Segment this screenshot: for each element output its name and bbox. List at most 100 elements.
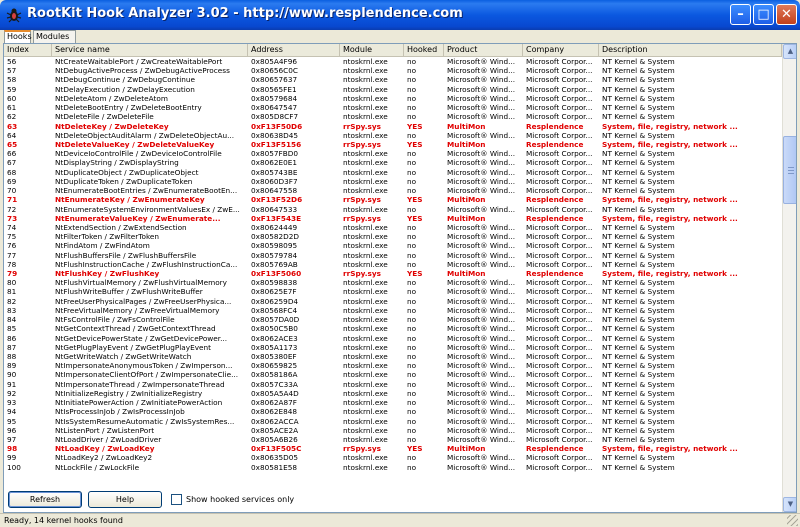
- table-row[interactable]: 59 NtDelayExecution / ZwDelayExecution 0x8…: [4, 85, 782, 94]
- table-row[interactable]: 86 NtGetDevicePowerState / ZwGetDevicePow…: [4, 334, 782, 343]
- column-header-service-name[interactable]: Service name: [52, 44, 248, 57]
- table-row[interactable]: 98 NtLoadKey / ZwLoadKey 0xF13F505C rrSpy.s…: [4, 444, 782, 453]
- column-header-company[interactable]: Company: [523, 44, 599, 57]
- cell-company: Microsoft Corpor...: [526, 361, 593, 371]
- table-row[interactable]: 60 NtDeleteAtom / ZwDeleteAtom 0x80579684 n…: [4, 94, 782, 103]
- table-row[interactable]: 93 NtInitiatePowerAction / ZwInitiatePowe…: [4, 398, 782, 407]
- minimize-button[interactable]: –: [730, 4, 751, 25]
- table-row[interactable]: 97 NtLoadDriver / ZwLoadDriver 0x805A6B26 n…: [4, 435, 782, 444]
- help-button[interactable]: Help: [88, 491, 162, 508]
- table-row[interactable]: 75 NtFilterToken / ZwFilterToken 0x80582D2…: [4, 232, 782, 241]
- table-row[interactable]: 80 NtFlushVirtualMemory / ZwFlushVirtualM…: [4, 278, 782, 287]
- table-row[interactable]: 70 NtEnumerateBootEntries / ZwEnumerateBo…: [4, 186, 782, 195]
- table-row[interactable]: 87 NtGetPlugPlayEvent / ZwGetPlugPlayEven…: [4, 343, 782, 352]
- table-row[interactable]: 63 NtDeleteKey / ZwDeleteKey 0xF13F50D6 rrS…: [4, 122, 782, 131]
- maximize-button[interactable]: □: [753, 4, 774, 25]
- cell-service-name: NtGetContextThread / ZwGetContextThread: [55, 324, 216, 334]
- cell-description: NT Kernel & System: [602, 379, 675, 389]
- table-row[interactable]: 96 NtListenPort / ZwListenPort 0x805ACE2A n…: [4, 426, 782, 435]
- column-header-module[interactable]: Module: [340, 44, 404, 57]
- title-bar[interactable]: RootKit Hook Analyzer 3.02 - http://www.…: [0, 0, 800, 30]
- cell-index: 59: [7, 84, 17, 94]
- cell-hooked: no: [407, 434, 417, 444]
- table-row[interactable]: 58 NtDebugContinue / ZwDebugContinue 0x806…: [4, 75, 782, 84]
- table-row[interactable]: 57 NtDebugActiveProcess / ZwDebugActivePr…: [4, 66, 782, 75]
- table-row[interactable]: 91 NtImpersonateThread / ZwImpersonateThr…: [4, 380, 782, 389]
- cell-index: 79: [7, 269, 18, 279]
- scroll-up-button[interactable]: ▲: [783, 44, 796, 59]
- tab-modules[interactable]: Modules: [33, 30, 76, 43]
- cell-service-name: NtIsProcessInJob / ZwIsProcessInJob: [55, 407, 185, 417]
- vertical-scrollbar[interactable]: ▲ ▼: [782, 44, 796, 512]
- cell-module: ntoskrnl.exe: [343, 370, 388, 380]
- table-row[interactable]: 79 NtFlushKey / ZwFlushKey 0xF13F5060 rrSpy…: [4, 269, 782, 278]
- table-row[interactable]: 90 NtImpersonateClientOfPort / ZwImperson…: [4, 370, 782, 379]
- table-row[interactable]: 64 NtDeleteObjectAuditAlarm / ZwDeleteObj…: [4, 131, 782, 140]
- table-row[interactable]: 68 NtDuplicateObject / ZwDuplicateObject 0…: [4, 168, 782, 177]
- table-row[interactable]: 61 NtDeleteBootEntry / ZwDeleteBootEntry 0…: [4, 103, 782, 112]
- table-row[interactable]: 71 NtEnumerateKey / ZwEnumerateKey 0xF13F5…: [4, 195, 782, 204]
- cell-address: 0x8058186A: [251, 370, 298, 380]
- table-row[interactable]: 72 NtEnumerateSystemEnvironmentValuesEx /…: [4, 205, 782, 214]
- cell-description: NT Kernel & System: [602, 305, 675, 315]
- cell-description: NT Kernel & System: [602, 462, 675, 472]
- table-row[interactable]: 78 NtFlushInstructionCache / ZwFlushInstr…: [4, 260, 782, 269]
- hooks-list[interactable]: Index Service name Address Module Hooked…: [3, 43, 797, 513]
- show-hooked-only-checkbox[interactable]: [171, 494, 182, 505]
- cell-address: 0x8062E0E1: [251, 158, 298, 168]
- table-row[interactable]: 65 NtDeleteValueKey / ZwDeleteValueKey 0xF…: [4, 140, 782, 149]
- table-row[interactable]: 67 NtDisplayString / ZwDisplayString 0x806…: [4, 158, 782, 167]
- column-header-index[interactable]: Index: [4, 44, 52, 57]
- cell-product: Microsoft® Wind...: [447, 315, 516, 325]
- cell-index: 74: [7, 222, 17, 232]
- cell-module: ntoskrnl.exe: [343, 204, 388, 214]
- table-row[interactable]: 82 NtFreeUserPhysicalPages / ZwFreeUserPh…: [4, 297, 782, 306]
- table-row[interactable]: 81 NtFlushWriteBuffer / ZwFlushWriteBuffe…: [4, 287, 782, 296]
- table-row[interactable]: 88 NtGetWriteWatch / ZwGetWriteWatch 0x805…: [4, 352, 782, 361]
- scroll-thumb[interactable]: [783, 136, 796, 204]
- cell-address: 0x80625E7F: [251, 287, 297, 297]
- table-row[interactable]: 62 NtDeleteFile / ZwDeleteFile 0x805D8CF7 n…: [4, 112, 782, 121]
- cell-index: 66: [7, 149, 17, 159]
- column-header-description[interactable]: Description: [599, 44, 782, 57]
- cell-service-name: NtGetPlugPlayEvent / ZwGetPlugPlayEvent: [55, 342, 212, 352]
- cell-address: 0x8050C5B0: [251, 324, 298, 334]
- column-header-hooked[interactable]: Hooked: [404, 44, 444, 57]
- table-row[interactable]: 92 NtInitializeRegistry / ZwInitializeReg…: [4, 389, 782, 398]
- cell-service-name: NtInitiatePowerAction / ZwInitiatePowerA…: [55, 398, 223, 408]
- cell-address: 0x805A4F96: [251, 57, 298, 66]
- table-row[interactable]: 83 NtFreeVirtualMemory / ZwFreeVirtualMem…: [4, 306, 782, 315]
- cell-module: ntoskrnl.exe: [343, 407, 388, 417]
- close-button[interactable]: ✕: [776, 4, 797, 25]
- table-row[interactable]: 73 NtEnumerateValueKey / ZwEnumerate... 0x…: [4, 214, 782, 223]
- table-row[interactable]: 77 NtFlushBuffersFile / ZwFlushBuffersFil…: [4, 251, 782, 260]
- table-row[interactable]: 84 NtFsControlFile / ZwFsControlFile 0x805…: [4, 315, 782, 324]
- cell-index: 88: [7, 352, 17, 361]
- table-row[interactable]: 56 NtCreateWaitablePort / ZwCreateWaitabl…: [4, 57, 782, 66]
- cell-company: Microsoft Corpor...: [526, 315, 593, 325]
- show-hooked-only-label[interactable]: Show hooked services only: [186, 494, 294, 505]
- table-row[interactable]: 89 NtImpersonateAnonymousToken / ZwImpers…: [4, 361, 782, 370]
- table-row[interactable]: 94 NtIsProcessInJob / ZwIsProcessInJob 0x8…: [4, 407, 782, 416]
- resize-grip-icon[interactable]: [787, 515, 798, 526]
- cell-index: 77: [7, 250, 17, 260]
- cell-index: 92: [7, 388, 17, 398]
- table-row[interactable]: 95 NtIsSystemResumeAutomatic / ZwIsSystem…: [4, 417, 782, 426]
- table-row[interactable]: 85 NtGetContextThread / ZwGetContextThrea…: [4, 324, 782, 333]
- refresh-button[interactable]: Refresh: [8, 491, 82, 508]
- table-row[interactable]: 99 NtLoadKey2 / ZwLoadKey2 0x80635D05 ntosk…: [4, 453, 782, 462]
- table-row[interactable]: 76 NtFindAtom / ZwFindAtom 0x80598095 ntosk…: [4, 241, 782, 250]
- table-row[interactable]: 66 NtDeviceIoControlFile / ZwDeviceIoCont…: [4, 149, 782, 158]
- table-row[interactable]: 69 NtDuplicateToken / ZwDuplicateToken 0x8…: [4, 177, 782, 186]
- cell-hooked: no: [407, 130, 417, 140]
- table-row[interactable]: 100 NtLockFile / ZwLockFile 0x80581E58 ntos…: [4, 463, 782, 472]
- scroll-down-button[interactable]: ▼: [783, 497, 796, 512]
- tab-hooks[interactable]: Hooks: [4, 30, 32, 43]
- column-header-address[interactable]: Address: [248, 44, 340, 57]
- cell-index: 71: [7, 195, 18, 205]
- cell-company: Microsoft Corpor...: [526, 305, 593, 315]
- column-header-product[interactable]: Product: [444, 44, 523, 57]
- table-row[interactable]: 74 NtExtendSection / ZwExtendSection 0x806…: [4, 223, 782, 232]
- cell-index: 76: [7, 241, 17, 251]
- cell-description: NT Kernel & System: [602, 158, 675, 168]
